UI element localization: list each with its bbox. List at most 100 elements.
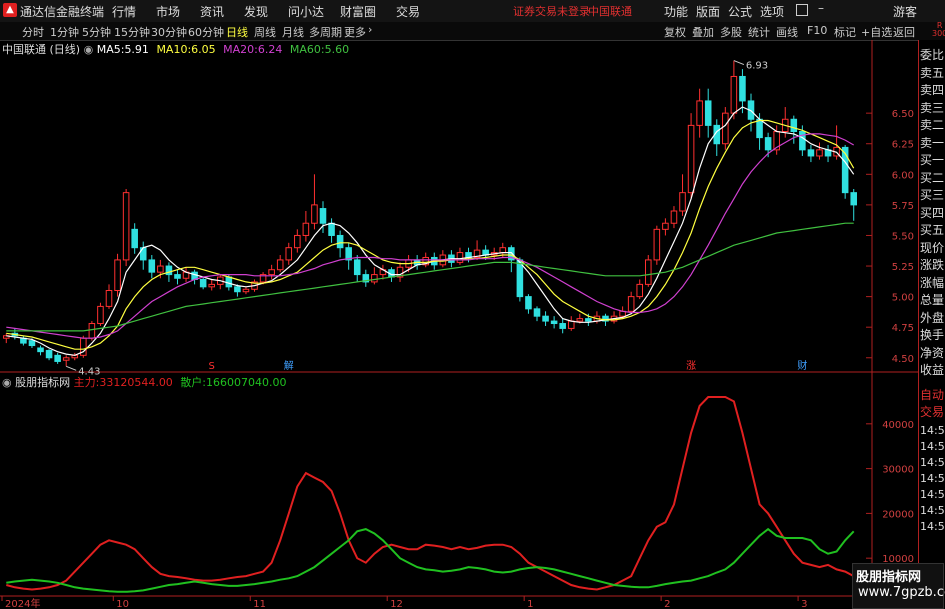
kline-chart[interactable]: 6.50 6.25 6.00 5.75 5.50 5.25 5.00 4.75 4.50 4000… — [0, 0, 945, 609]
x-tick-label: 11 — [253, 599, 266, 609]
quote-label-16[interactable]: 换手 — [920, 326, 944, 343]
quote-label-1[interactable]: 卖五 — [920, 64, 944, 81]
corner-label: R 300 — [932, 22, 945, 38]
candle-body — [662, 222, 669, 230]
quote-label-22[interactable]: 14:56 — [920, 440, 945, 453]
corner-300: 300 — [932, 29, 945, 38]
candle-body — [319, 208, 327, 224]
quote-label-2[interactable]: 卖四 — [920, 81, 944, 98]
quote-label-8[interactable]: 买三 — [920, 186, 944, 203]
quote-label-4[interactable]: 卖二 — [920, 116, 944, 133]
indicator-tick-label: 40000 — [882, 420, 914, 431]
candle-body — [62, 357, 70, 361]
quote-label-24[interactable]: 14:56 — [920, 472, 945, 485]
quote-label-7[interactable]: 买二 — [920, 169, 944, 186]
candle-body — [850, 192, 858, 206]
candle-body — [627, 296, 635, 312]
watermark-title: 股朋指标网 — [856, 570, 922, 585]
price-tick-label: 5.75 — [892, 201, 914, 212]
price-tick-label: 6.50 — [892, 109, 914, 120]
quote-label-21[interactable]: 14:56 — [920, 424, 945, 437]
candle-body — [576, 318, 584, 322]
candle-body — [199, 278, 207, 288]
ma10-label: MA10: — [156, 43, 192, 56]
event-marker: 解 — [284, 359, 294, 372]
candle-body — [764, 137, 772, 151]
candle-body — [559, 323, 566, 329]
candle-body — [585, 318, 592, 322]
main-force-value: 33120544.00 — [99, 376, 173, 389]
candle-body — [756, 118, 763, 139]
main-force-label: 主力: — [73, 376, 100, 389]
quote-label-23[interactable]: 14:56 — [920, 456, 945, 469]
quote-label-11[interactable]: 现价 — [920, 239, 944, 256]
quote-label-6[interactable]: 买一 — [920, 151, 944, 168]
ma20-value: 6.24 — [257, 43, 283, 56]
quote-label-26[interactable]: 14:56 — [920, 504, 945, 517]
candle-body — [294, 234, 301, 249]
retail-label: 散户: — [180, 376, 207, 389]
candle-body — [302, 222, 310, 236]
indicator-settings-icon[interactable]: ◉ — [2, 376, 12, 389]
watermark-url: www.7gpzb.com — [858, 585, 945, 600]
candle-body — [567, 320, 575, 329]
quote-label-27[interactable]: 14:56 — [920, 520, 945, 533]
ma5-label: MA5: — [96, 43, 125, 56]
low-pointer — [66, 365, 77, 371]
quote-label-9[interactable]: 买四 — [920, 204, 944, 221]
candle-body — [739, 75, 746, 102]
candle-body — [131, 228, 138, 249]
indicator-tick-label: 20000 — [882, 509, 914, 520]
quote-label-14[interactable]: 总量 — [920, 291, 944, 308]
quote-label-10[interactable]: 买五 — [920, 221, 944, 238]
quote-label-15[interactable]: 外盘 — [920, 309, 944, 326]
candle-body — [208, 283, 216, 288]
quote-label-3[interactable]: 卖三 — [920, 99, 944, 116]
quote-label-25[interactable]: 14:56 — [920, 488, 945, 501]
quote-label-0[interactable]: 委比 — [920, 46, 944, 63]
candle-body — [730, 75, 738, 114]
main-force-line — [6, 396, 855, 591]
quote-label-20[interactable]: 交易 — [920, 403, 944, 420]
candle-body — [276, 259, 284, 271]
event-marker: 涨 — [686, 360, 696, 372]
candle-body — [816, 149, 823, 157]
ma5-value: 5.91 — [124, 43, 149, 56]
price-tick-label: 5.00 — [892, 293, 914, 304]
x-tick-label: 2 — [664, 599, 670, 609]
candle-body — [696, 100, 703, 126]
x-tick-label: 1 — [527, 599, 533, 609]
price-tick-label: 4.75 — [892, 323, 914, 334]
candle-body — [174, 274, 181, 279]
candle-body — [268, 269, 275, 276]
candle-body — [704, 100, 712, 126]
high-price-label: 6.93 — [746, 61, 768, 72]
dropdown-icon[interactable]: ◉ — [84, 43, 94, 56]
candle-body — [114, 259, 121, 291]
quote-label-18[interactable]: 收益 — [920, 361, 944, 378]
candle-body — [242, 288, 250, 293]
candle-body — [225, 276, 233, 288]
ma60-label: MA60: — [289, 43, 325, 56]
candle-body — [54, 354, 61, 362]
candle-body — [722, 112, 729, 145]
candle-body — [807, 149, 815, 157]
candle-body — [499, 247, 507, 254]
candle-body — [542, 315, 549, 322]
candle-body — [37, 347, 44, 353]
candle-body — [45, 349, 53, 359]
quote-label-13[interactable]: 涨幅 — [920, 274, 944, 291]
stock-name[interactable]: 中国联通 (日线) — [2, 43, 80, 56]
quote-label-19[interactable]: 自动 — [920, 386, 944, 403]
ma20-label: MA20: — [223, 43, 258, 56]
indicator-name[interactable]: 股朋指标网 — [15, 376, 70, 389]
quote-label-17[interactable]: 净资 — [920, 344, 944, 361]
ma60-value: 5.60 — [324, 43, 350, 56]
x-tick-label: 2024年 — [5, 597, 40, 609]
quote-label-5[interactable]: 卖一 — [920, 134, 944, 151]
price-tick-label: 4.50 — [892, 354, 914, 365]
quote-label-12[interactable]: 涨跌 — [920, 256, 944, 273]
price-tick-label: 5.50 — [892, 231, 914, 242]
candle-body — [353, 259, 361, 276]
indicator-tick-label: 30000 — [882, 465, 914, 476]
